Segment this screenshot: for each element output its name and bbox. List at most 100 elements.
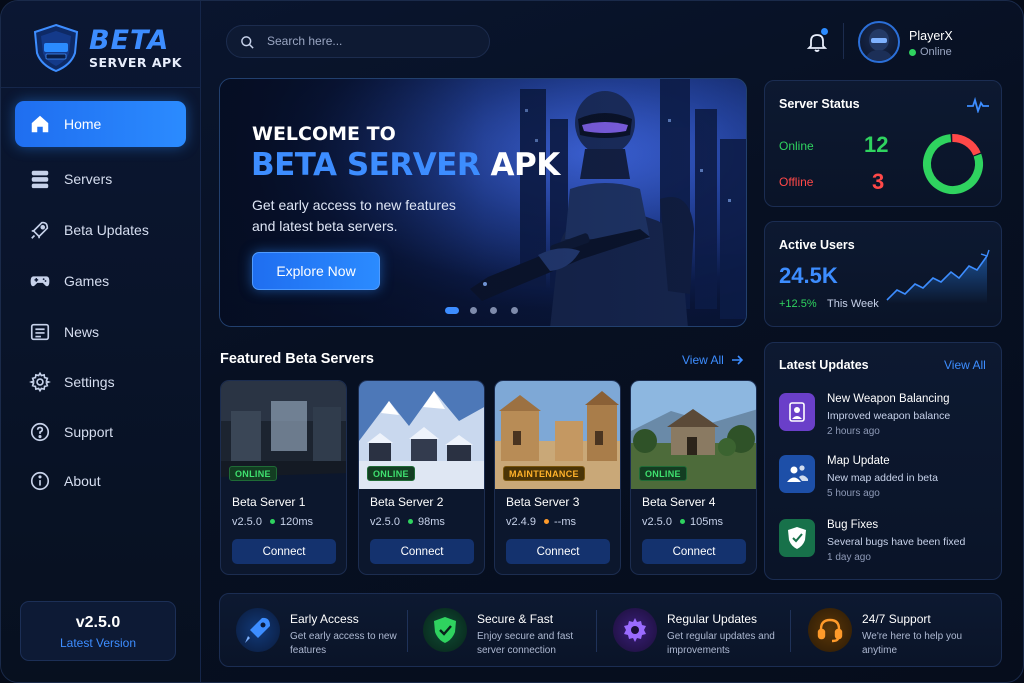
brand-logo[interactable]: BETA SERVER APK [29, 21, 189, 77]
sidebar-item-support[interactable]: Support [15, 409, 186, 455]
carousel-dot[interactable] [445, 307, 459, 314]
active-users-value: 24.5K [779, 263, 838, 288]
shield-check-icon [434, 617, 456, 643]
arrow-right-icon[interactable] [731, 354, 743, 366]
version-box: v2.5.0 Latest Version [20, 601, 176, 661]
news-icon [30, 323, 50, 341]
shield-check-icon [788, 527, 806, 549]
connect-button[interactable]: Connect [370, 539, 474, 564]
search-input[interactable] [267, 34, 467, 48]
servers-icon [31, 170, 49, 189]
status-badge: ONLINE [639, 466, 687, 481]
update-title: Bug Fixes [827, 519, 879, 531]
status-badge: MAINTENANCE [503, 466, 585, 481]
update-item[interactable]: Bug Fixes Several bugs have been fixed 1… [779, 519, 989, 569]
ping-status-dot [544, 519, 549, 524]
update-description: Several bugs have been fixed [827, 536, 966, 548]
carousel-dot[interactable] [511, 307, 518, 314]
feature-description: We're here to help you anytime [862, 631, 963, 656]
feature-title: Regular Updates [667, 612, 758, 626]
connect-button[interactable]: Connect [642, 539, 746, 564]
features-bar: Early Access Get early access to new fea… [219, 593, 1002, 667]
hero-welcome: WELCOME TO [252, 123, 396, 145]
sidebar-item-label: Beta Updates [64, 222, 149, 238]
version-label: Latest Version [59, 636, 137, 650]
rocket-icon [245, 617, 270, 644]
server-name: Beta Server 3 [506, 495, 580, 509]
update-item[interactable]: New Weapon Balancing Improved weapon bal… [779, 393, 989, 443]
server-name: Beta Server 2 [370, 495, 444, 509]
sidebar-item-news[interactable]: News [15, 309, 186, 355]
gear-icon [624, 618, 646, 642]
feature-title: 24/7 Support [862, 612, 931, 626]
update-icon-bg [779, 393, 815, 431]
sidebar-item-home[interactable]: Home [15, 101, 186, 147]
update-icon-bg [779, 455, 815, 493]
connect-button[interactable]: Connect [506, 539, 610, 564]
sidebar-item-label: Support [64, 424, 114, 440]
hero-banner: WELCOME TO BETA SERVER APK Get early acc… [219, 78, 747, 327]
update-time: 2 hours ago [827, 426, 880, 437]
status-badge: ONLINE [367, 466, 415, 481]
sidebar-item-label: Settings [64, 374, 115, 390]
gamepad-icon [30, 276, 50, 287]
sidebar-item-servers[interactable]: Servers [15, 156, 186, 202]
question-icon [30, 422, 50, 442]
update-description: Improved weapon balance [827, 410, 951, 422]
users-icon [787, 465, 808, 482]
avatar[interactable] [858, 21, 900, 63]
rocket-icon [31, 221, 49, 239]
server-ping: --ms [554, 516, 576, 528]
connect-button[interactable]: Connect [232, 539, 336, 564]
hero-title-accent: BETA SERVER [251, 147, 481, 183]
sidebar-item-label: About [64, 473, 101, 489]
active-users-change: +12.5% [779, 298, 817, 310]
search-icon [241, 36, 254, 49]
feature-icon-bg [236, 608, 280, 652]
brand-title: BETA [89, 25, 170, 56]
carousel-dot[interactable] [470, 307, 477, 314]
server-version: v2.4.9 [506, 516, 536, 528]
sidebar-item-label: Servers [64, 171, 113, 187]
user-badge-icon [789, 402, 805, 422]
feature-divider [596, 610, 597, 652]
server-card[interactable]: ONLINE Beta Server 2 v2.5.0 98ms Connect [358, 380, 485, 575]
sidebar-item-beta-updates[interactable]: Beta Updates [15, 207, 186, 253]
users-trend-sparkline [886, 249, 990, 304]
sidebar-item-label: Games [64, 273, 110, 289]
offline-count: 3 [872, 169, 885, 194]
explore-now-button[interactable]: Explore Now [252, 252, 380, 290]
player-name: PlayerX [909, 29, 953, 43]
feature-icon-bg [613, 608, 657, 652]
server-card[interactable]: ONLINE Beta Server 1 v2.5.0 120ms Connec… [220, 380, 347, 575]
updates-view-all-link[interactable]: View All [944, 358, 986, 372]
server-version: v2.5.0 [370, 516, 400, 528]
sidebar-item-label: News [64, 324, 100, 340]
feature-description: Get regular updates and improvements [667, 631, 775, 656]
active-users-period: This Week [827, 298, 879, 310]
server-ping: 120ms [280, 516, 314, 528]
update-item[interactable]: Map Update New map added in beta 5 hours… [779, 455, 989, 505]
server-name: Beta Server 1 [232, 495, 306, 509]
sidebar-item-settings[interactable]: Settings [15, 359, 186, 405]
latest-updates-panel: Latest Updates View All New Weapon Balan… [764, 342, 1002, 580]
pulse-icon [967, 97, 989, 113]
server-name: Beta Server 4 [642, 495, 716, 509]
carousel-dot[interactable] [490, 307, 497, 314]
offline-label: Offline [779, 175, 814, 189]
gear-icon [29, 371, 51, 393]
search-bar[interactable] [226, 25, 490, 58]
server-card[interactable]: ONLINE Beta Server 4 v2.5.0 105ms Connec… [630, 380, 757, 575]
sidebar-divider [1, 87, 201, 88]
sidebar-item-games[interactable]: Games [15, 258, 186, 304]
soldier-avatar-icon [865, 29, 893, 61]
app-window: BETA SERVER APK Home Servers Beta Update… [0, 0, 1024, 683]
featured-view-all-link[interactable]: View All [682, 353, 724, 367]
server-card[interactable]: MAINTENANCE Beta Server 3 v2.4.9 --ms Co… [494, 380, 621, 575]
server-status-title: Server Status [779, 97, 860, 111]
server-status-donut-chart [923, 134, 983, 194]
server-ping: 98ms [418, 516, 445, 528]
update-time: 5 hours ago [827, 488, 880, 499]
sidebar-item-about[interactable]: About [15, 458, 186, 504]
feature-title: Early Access [290, 612, 359, 626]
